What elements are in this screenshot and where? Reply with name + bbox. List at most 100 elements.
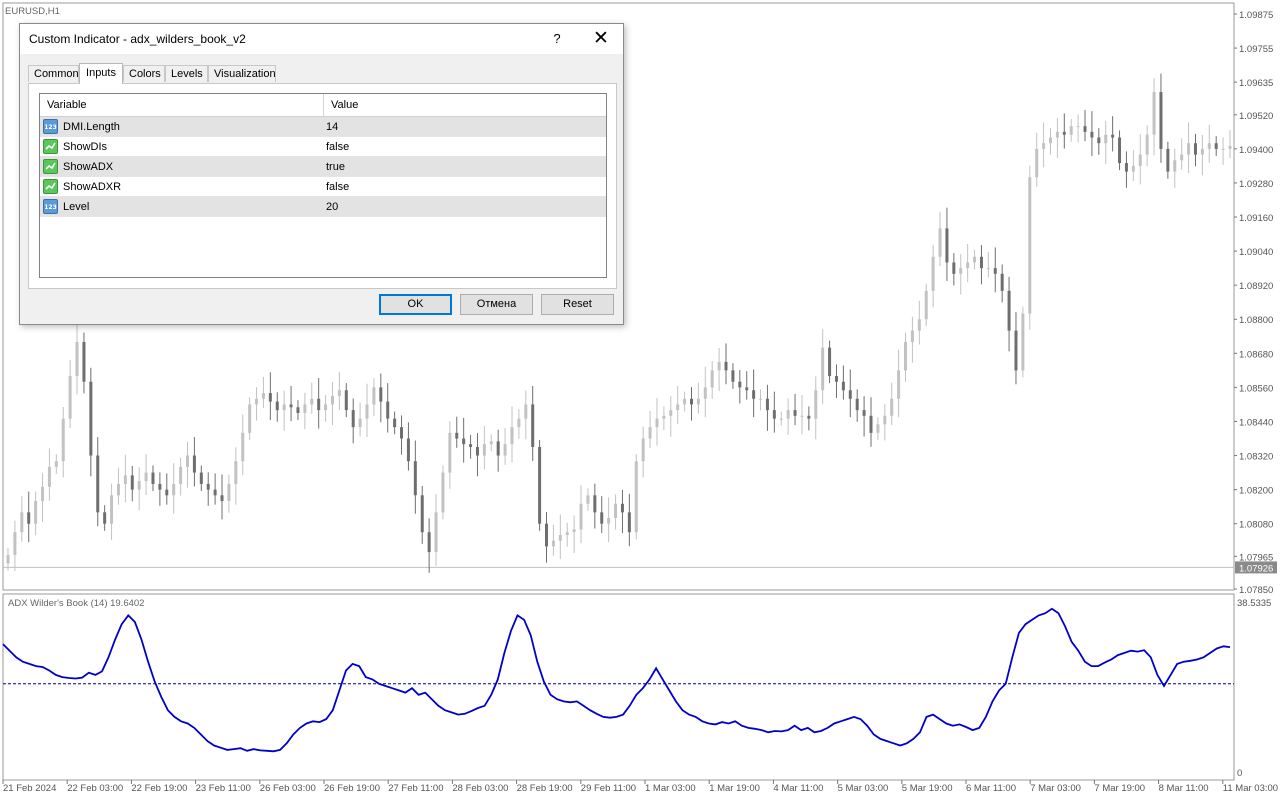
candle-body: [213, 489, 217, 496]
candle-body: [1131, 165, 1135, 172]
time-tick-label: 29 Feb 11:00: [581, 783, 636, 794]
candle-body: [179, 466, 183, 484]
candle-body: [1173, 160, 1177, 172]
candle-body: [703, 387, 707, 399]
candle-body: [531, 404, 535, 448]
tab-levels[interactable]: Levels: [165, 65, 208, 82]
candle-body: [137, 481, 141, 490]
candle-body: [462, 438, 466, 445]
reset-button[interactable]: Reset: [541, 294, 614, 315]
candle-body: [738, 381, 742, 388]
ok-button[interactable]: OK: [379, 294, 452, 315]
candle-body: [945, 228, 949, 263]
candle-body: [275, 401, 279, 411]
help-button[interactable]: ?: [544, 26, 570, 52]
candle-body: [351, 410, 355, 428]
candle-body: [289, 404, 293, 408]
candle-body: [973, 256, 977, 263]
candle-body: [296, 407, 300, 413]
candle-body: [489, 441, 493, 445]
candle-body: [234, 461, 238, 484]
candle-body: [662, 415, 666, 419]
number-icon: 123: [43, 199, 58, 214]
candle-body: [130, 475, 134, 490]
price-tick-label: 1.09755: [1239, 44, 1273, 55]
tab-visualization[interactable]: Visualization: [208, 65, 276, 82]
row-value[interactable]: false: [326, 177, 349, 197]
tab-common[interactable]: Common: [28, 65, 79, 82]
boolean-icon: [43, 159, 58, 174]
candle-body: [27, 512, 31, 524]
candle-body: [1076, 126, 1080, 128]
candle-body: [1180, 154, 1184, 161]
candle-body: [1069, 126, 1073, 135]
candle-body: [1021, 313, 1025, 371]
candle-body: [607, 518, 611, 524]
candle-body: [1007, 290, 1011, 331]
row-value[interactable]: 20: [326, 197, 338, 217]
candle-body: [800, 415, 804, 417]
candle-body: [696, 398, 700, 405]
candle-body: [82, 341, 86, 382]
price-tick-label: 1.09160: [1239, 213, 1273, 224]
candle-body: [393, 418, 397, 428]
candle-body: [517, 418, 521, 428]
price-tick-label: 1.08440: [1239, 417, 1273, 428]
candle-body: [268, 393, 272, 402]
candle-body: [593, 495, 597, 513]
candle-body: [324, 404, 328, 411]
candle-body: [1214, 143, 1218, 149]
candle-body: [455, 432, 459, 439]
price-tick-label: 1.08080: [1239, 520, 1273, 531]
candle-body: [386, 401, 390, 419]
table-row[interactable]: ShowADXR false: [40, 177, 606, 197]
candle-body: [551, 540, 555, 547]
table-row[interactable]: 123 Level 20: [40, 197, 606, 217]
tab-colors[interactable]: Colors: [123, 65, 165, 82]
candle-body: [68, 376, 72, 419]
candle-body: [765, 398, 769, 411]
candle-body: [876, 424, 880, 433]
candle-body: [227, 483, 231, 501]
candle-body: [966, 262, 970, 269]
price-tick-label: 1.09040: [1239, 247, 1273, 258]
candle-body: [634, 461, 638, 533]
column-header-variable[interactable]: Variable: [40, 94, 323, 116]
price-tick-label: 1.08320: [1239, 452, 1273, 463]
time-tick-label: 21 Feb 2024: [3, 783, 56, 794]
indicator-label: ADX Wilder's Book (14) 19.6402: [8, 598, 144, 609]
candle-body: [255, 398, 259, 405]
candle-body: [793, 410, 797, 416]
table-row[interactable]: 123 DMI.Length 14: [40, 117, 606, 137]
candle-body: [1000, 273, 1004, 291]
candle-body: [855, 398, 859, 411]
dialog-titlebar[interactable]: Custom Indicator - adx_wilders_book_v2 ?…: [20, 24, 623, 54]
time-tick-label: 28 Feb 19:00: [517, 783, 573, 794]
candle-body: [565, 532, 569, 536]
candle-body: [89, 381, 93, 456]
price-tick-label: 1.08200: [1239, 486, 1273, 497]
candle-body: [54, 461, 58, 467]
price-tick-label: 1.08680: [1239, 349, 1273, 360]
row-value[interactable]: true: [326, 157, 345, 177]
tab-inputs[interactable]: Inputs: [79, 63, 123, 84]
row-value[interactable]: 14: [326, 117, 338, 137]
price-tick-label: 1.08920: [1239, 281, 1273, 292]
table-row[interactable]: ShowDIs false: [40, 137, 606, 157]
table-header: Variable Value: [40, 94, 606, 117]
candle-body: [1193, 143, 1197, 155]
candle-body: [413, 461, 417, 496]
row-value[interactable]: false: [326, 137, 349, 157]
candle-body: [862, 410, 866, 416]
candle-body: [614, 503, 618, 519]
candle-body: [814, 390, 818, 419]
candle-body: [372, 387, 376, 405]
cancel-button[interactable]: Отмена: [460, 294, 533, 315]
candle-body: [993, 268, 997, 274]
column-header-value[interactable]: Value: [324, 94, 606, 116]
row-variable: DMI.Length: [63, 121, 120, 133]
table-row[interactable]: ShowADX true: [40, 157, 606, 177]
candle-body: [344, 390, 348, 411]
close-button[interactable]: ✕: [586, 26, 616, 52]
candle-body: [890, 398, 894, 416]
